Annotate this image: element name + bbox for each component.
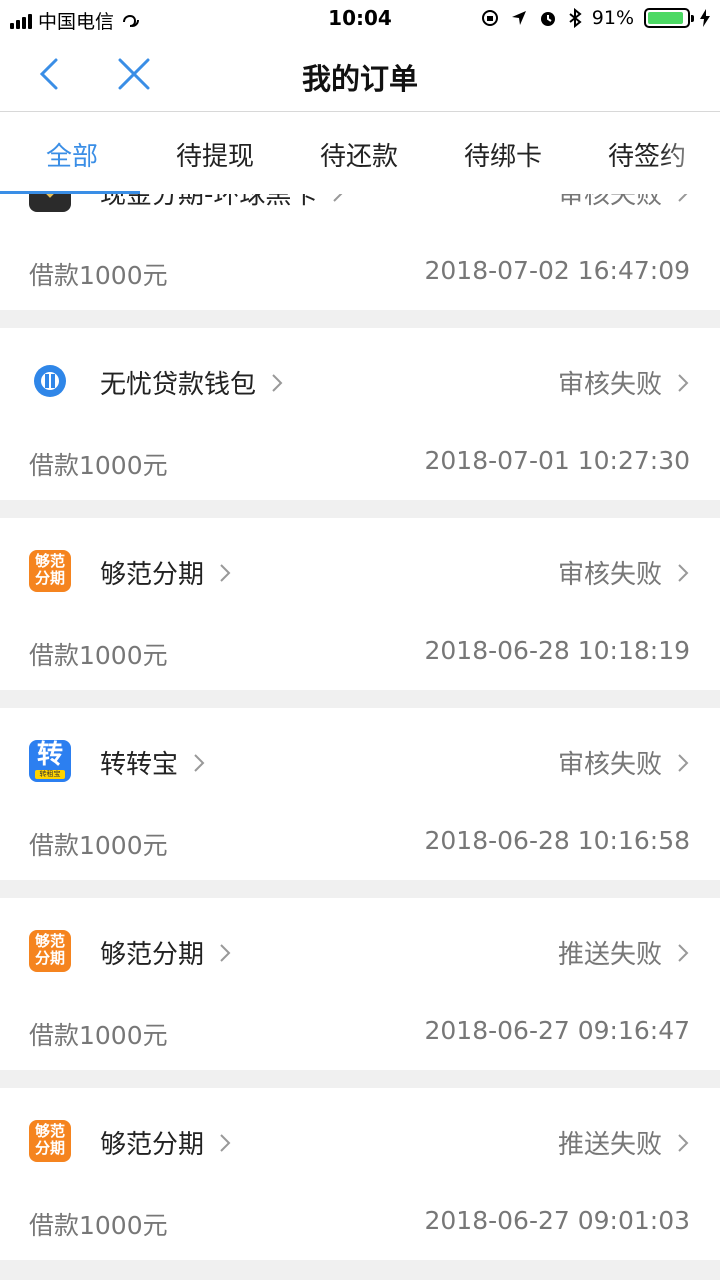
order-status-label: 推送失败 (557, 1130, 662, 1160)
order-name-label: 够范分期 (100, 940, 205, 970)
status-bar: 中国电信 10:04 91% (0, 0, 720, 38)
order-name-label: 无忧贷款钱包 (100, 370, 257, 400)
status-right: 91% (480, 7, 710, 29)
order-name[interactable]: 够范分期 (100, 934, 232, 971)
order-amount: 借款1000元 (29, 261, 168, 290)
order-status-label: 推送失败 (557, 940, 662, 970)
order-name[interactable]: 无忧贷款钱包 (100, 364, 284, 401)
chevron-right-icon (333, 194, 343, 202)
order-time: 2018-07-02 16:47:09 (424, 256, 690, 285)
tab-fade (660, 112, 720, 194)
goufan-logo-text-top: 够范 (34, 1122, 65, 1140)
goufan-logo-text-bottom: 分期 (34, 1139, 65, 1157)
chevron-right-icon (220, 943, 231, 962)
chevron-right-icon (678, 943, 689, 962)
order-name[interactable]: 够范分期 (100, 1124, 232, 1161)
chevron-right-icon (678, 373, 689, 392)
order-status[interactable]: 推送失败 (558, 934, 690, 971)
order-status-label: 审核失败 (557, 370, 662, 400)
rotation-lock-icon (481, 10, 498, 26)
location-icon (511, 11, 526, 25)
chevron-right-icon (678, 753, 689, 772)
chevron-right-icon (678, 563, 689, 582)
order-list[interactable]: 现金分期-环球黑卡 审核失败 借款1000元 2018-07-02 16:47:… (0, 194, 720, 1280)
order-status-label: 审核失败 (557, 560, 662, 590)
tab-pending-bind-card[interactable]: 待绑卡 (464, 136, 542, 173)
order-status[interactable]: 推送失败 (558, 1124, 690, 1161)
order-status[interactable]: 审核失败 (558, 364, 690, 401)
wuyou-logo-mark (34, 365, 66, 397)
wuyou-logo (29, 360, 71, 402)
tab-pending-repay[interactable]: 待还款 (320, 136, 398, 173)
alarm-icon (540, 12, 555, 26)
chevron-right-icon (194, 753, 205, 772)
order-status[interactable]: 审核失败 (558, 194, 690, 211)
order-time: 2018-06-28 10:18:19 (424, 636, 690, 665)
order-amount: 借款1000元 (29, 1021, 168, 1050)
tab-pending-withdraw[interactable]: 待提现 (176, 136, 254, 173)
order-amount: 借款1000元 (29, 831, 168, 860)
tab-all[interactable]: 全部 (46, 136, 98, 173)
battery-icon (644, 8, 694, 28)
black-card-logo-mark (46, 194, 54, 198)
order-status[interactable]: 审核失败 (558, 744, 690, 781)
order-time: 2018-07-01 10:27:30 (424, 446, 690, 475)
battery-fill (648, 12, 683, 24)
order-name-label: 够范分期 (100, 560, 205, 590)
order-card[interactable]: 够范 分期 够范分期 推送失败 借款1000元 2018-06-27 09:01… (0, 1088, 720, 1260)
zhuanzhuanbao-logo-char: 转 (36, 740, 63, 770)
order-status-label: 审核失败 (557, 750, 662, 780)
order-card[interactable]: 转 转租宝 转转宝 审核失败 借款1000元 2018-06-28 10:16:… (0, 708, 720, 880)
chevron-right-icon (272, 373, 283, 392)
zhuanzhuanbao-logo: 转 转租宝 (29, 740, 71, 782)
battery-percent: 91% (591, 7, 634, 29)
chevron-right-icon (220, 1133, 231, 1152)
goufan-logo-text-top: 够范 (34, 932, 65, 950)
order-status-label: 审核失败 (557, 194, 662, 210)
order-time: 2018-06-27 09:01:03 (424, 1206, 690, 1235)
order-time: 2018-06-27 09:16:47 (424, 1016, 690, 1045)
order-amount: 借款1000元 (29, 1211, 168, 1240)
chevron-right-icon (220, 563, 231, 582)
goufan-logo-text-bottom: 分期 (34, 949, 65, 967)
order-name[interactable]: 转转宝 (100, 744, 206, 781)
zhuanzhuanbao-logo-caption: 转租宝 (35, 770, 65, 779)
black-card-logo (29, 194, 71, 212)
goufan-logo: 够范 分期 (29, 550, 71, 592)
order-name-label: 现金分期-环球黑卡 (100, 194, 318, 210)
page-title: 我的订单 (301, 62, 418, 96)
order-time: 2018-06-28 10:16:58 (424, 826, 690, 855)
order-card[interactable]: 够范 分期 够范分期 推送失败 借款1000元 2018-06-27 09:16… (0, 898, 720, 1070)
order-name[interactable]: 够范分期 (100, 554, 232, 591)
order-name-label: 够范分期 (100, 1130, 205, 1160)
chevron-right-icon (678, 194, 687, 202)
order-card[interactable]: 够范 分期 够范分期 审核失败 借款1000元 2018-06-28 10:18… (0, 518, 720, 690)
tab-bar: 全部 待提现 待还款 待绑卡 待签约 (0, 112, 720, 194)
goufan-logo-text-top: 够范 (34, 552, 65, 570)
goufan-logo: 够范 分期 (29, 930, 71, 972)
order-status[interactable]: 审核失败 (558, 554, 690, 591)
order-name[interactable]: 现金分期-环球黑卡 (100, 194, 345, 211)
order-card[interactable]: 现金分期-环球黑卡 审核失败 借款1000元 2018-07-02 16:47:… (0, 194, 720, 310)
goufan-logo-text-bottom: 分期 (34, 569, 65, 587)
goufan-logo: 够范 分期 (29, 1120, 71, 1162)
order-amount: 借款1000元 (29, 641, 168, 670)
order-list-inner: 现金分期-环球黑卡 审核失败 借款1000元 2018-07-02 16:47:… (0, 194, 720, 1278)
order-amount: 借款1000元 (29, 451, 168, 480)
navigation-bar: 我的订单 (0, 38, 720, 112)
order-card[interactable]: 无忧贷款钱包 审核失败 借款1000元 2018-07-01 10:27:30 (0, 328, 720, 500)
charging-icon (700, 9, 710, 27)
chevron-right-icon (678, 1133, 689, 1152)
order-name-label: 转转宝 (100, 750, 179, 780)
bluetooth-icon (569, 8, 582, 28)
